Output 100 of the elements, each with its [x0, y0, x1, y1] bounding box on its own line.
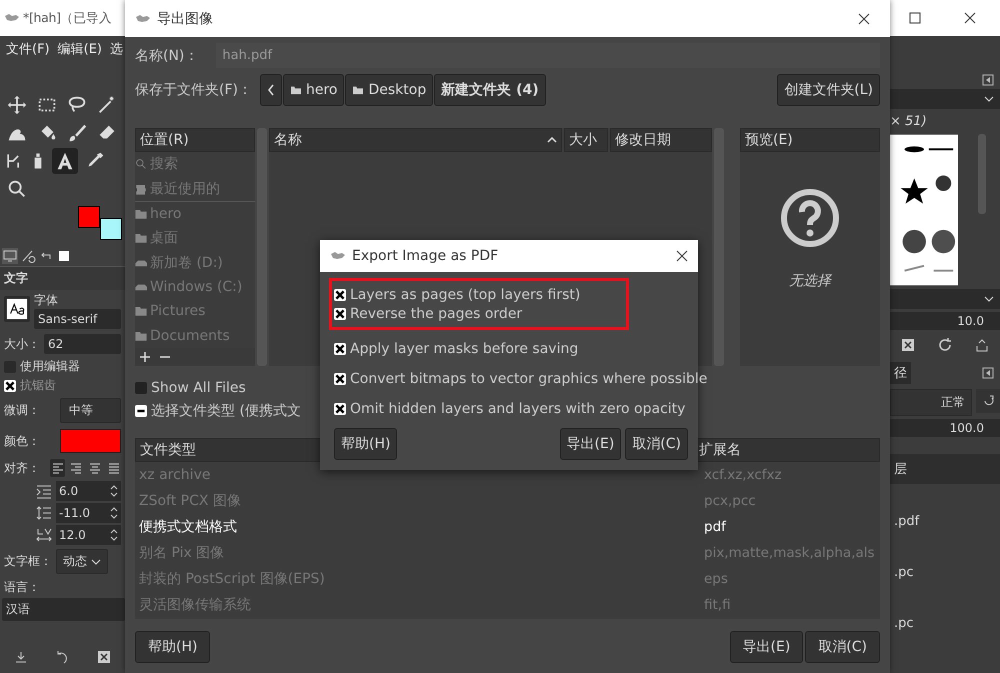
search-icon: [135, 158, 147, 170]
hinting-dropdown[interactable]: 中等: [60, 398, 121, 423]
table-cell-text: pcx,pcc: [703, 493, 757, 509]
font-label: 字体: [34, 292, 59, 309]
number-field[interactable]: 6.0: [56, 481, 121, 501]
line-spacing-icon: [36, 505, 52, 521]
checkbox[interactable]: [334, 373, 346, 385]
layer-item[interactable]: .pc: [890, 559, 1000, 586]
column-header[interactable]: 修改日期: [610, 128, 712, 152]
checkbox[interactable]: [334, 308, 346, 320]
text-color-swatch[interactable]: [60, 429, 121, 453]
language-label: 语言：: [3, 579, 41, 596]
export-button[interactable]: 导出(E): [560, 428, 622, 460]
menu-item[interactable]: 编辑(E): [58, 40, 102, 58]
checkbox[interactable]: [334, 343, 346, 355]
box-label: 文字框：: [4, 553, 52, 570]
checkbox-label: Omit hidden layers and layers with zero opacity: [350, 401, 686, 417]
table-cell-text: pdf: [703, 519, 728, 535]
language-field[interactable]: 汉语: [2, 598, 125, 621]
close-icon[interactable]: [858, 12, 870, 24]
font-field[interactable]: Sans-serif: [34, 309, 121, 329]
add-icon[interactable]: [139, 351, 151, 363]
spin-arrows-icon[interactable]: [110, 483, 118, 499]
checkbox-label: 抗锯齿: [20, 377, 56, 394]
checkbox[interactable]: [135, 382, 147, 394]
chevron-left-icon: [266, 84, 275, 96]
expander-icon[interactable]: [135, 405, 147, 417]
dialog-title: Export Image as PDF: [352, 248, 498, 264]
delete-icon[interactable]: [96, 649, 112, 665]
folder-icon: [135, 305, 147, 318]
number-field[interactable]: 12.0: [56, 525, 121, 545]
justify-label: 对齐：: [4, 460, 41, 476]
number-field[interactable]: -11.0: [56, 503, 121, 523]
checkbox[interactable]: [334, 403, 346, 415]
cancel-button[interactable]: 取消(C): [625, 428, 688, 460]
device-icon[interactable]: [20, 248, 36, 264]
table-cell-text: xcf.xz,xcfxz: [703, 467, 783, 483]
align-icon: [108, 462, 120, 474]
panel-tab[interactable]: 径: [890, 362, 911, 384]
checkbox[interactable]: [4, 380, 16, 392]
checkbox[interactable]: [334, 289, 346, 301]
export-icon[interactable]: [974, 337, 990, 353]
refresh-icon[interactable]: [936, 337, 953, 353]
delete-icon[interactable]: [900, 337, 916, 353]
maximize-icon[interactable]: [909, 12, 921, 24]
chevron-down-icon: [984, 296, 994, 302]
composite-icon[interactable]: [976, 389, 1000, 413]
create-folder-button[interactable]: 创建文件夹(L): [777, 74, 880, 106]
path-button[interactable]: 新建文件夹 (4): [434, 74, 546, 106]
layer-item[interactable]: .pc: [890, 610, 1000, 637]
tool-button[interactable]: [52, 148, 78, 174]
move-icon: [6, 94, 28, 116]
column-header[interactable]: 预览(E): [740, 128, 880, 152]
menu-item[interactable]: 文件(F): [6, 40, 50, 58]
spacing-field[interactable]: 10.0: [890, 312, 1000, 330]
close-icon[interactable]: [676, 250, 688, 262]
size-field[interactable]: 62: [44, 334, 121, 354]
image-icon[interactable]: [56, 248, 72, 264]
export-button[interactable]: 导出(E): [730, 631, 804, 663]
expander-label: 选择文件类型 (便携式文: [151, 402, 301, 420]
menu-item[interactable]: 选: [110, 40, 123, 58]
path-button[interactable]: hero: [282, 74, 344, 106]
column-header[interactable]: 名称: [269, 128, 562, 152]
layer-item[interactable]: .pdf: [890, 508, 1000, 535]
folder-label: 保存于文件夹(F)：: [135, 81, 252, 99]
scrollbar[interactable]: [978, 134, 986, 214]
checkbox-label: 使用编辑器: [20, 358, 80, 375]
panel-title: 文字: [0, 267, 125, 290]
question-mark-icon: [780, 188, 840, 248]
back-button[interactable]: [260, 74, 282, 106]
hinting-label: 微调：: [4, 402, 41, 419]
folder-icon: [135, 208, 147, 220]
box-dropdown[interactable]: 动态: [56, 549, 108, 574]
layer-item[interactable]: 层: [890, 454, 1000, 484]
path-button[interactable]: Desktop: [345, 74, 434, 106]
spin-arrows-icon[interactable]: [110, 505, 118, 521]
background-color-swatch[interactable]: [100, 218, 122, 240]
close-icon[interactable]: [964, 12, 976, 24]
chevron-down-icon: [984, 96, 994, 102]
spin-arrows-icon[interactable]: [110, 527, 118, 543]
column-header[interactable]: 大小: [564, 128, 608, 152]
justify-button[interactable]: [50, 459, 66, 477]
help-button[interactable]: 帮助(H): [135, 631, 210, 663]
foreground-color-swatch[interactable]: [78, 206, 100, 228]
letter-spacing-icon: [36, 527, 52, 543]
checkbox-label: Layers as pages (top layers first): [350, 287, 580, 303]
checkbox-label: Reverse the pages order: [350, 306, 522, 322]
chevron-down-icon: [91, 558, 101, 564]
align-icon: [89, 462, 101, 474]
folder-icon: [352, 85, 364, 95]
checkbox-label: Show All Files: [151, 380, 246, 396]
table-cell[interactable]: 便携式文档格式: [135, 518, 700, 536]
opacity-field[interactable]: 100.0: [890, 419, 1000, 437]
font-preview-icon[interactable]: [4, 296, 30, 322]
mode-dropdown[interactable]: 正常: [890, 389, 972, 416]
help-button[interactable]: 帮助(H): [334, 428, 398, 460]
column-header[interactable]: 位置(R): [135, 128, 255, 152]
align-icon: [70, 462, 82, 474]
monitor-icon[interactable]: [2, 248, 18, 264]
cancel-button[interactable]: 取消(C): [805, 631, 880, 663]
